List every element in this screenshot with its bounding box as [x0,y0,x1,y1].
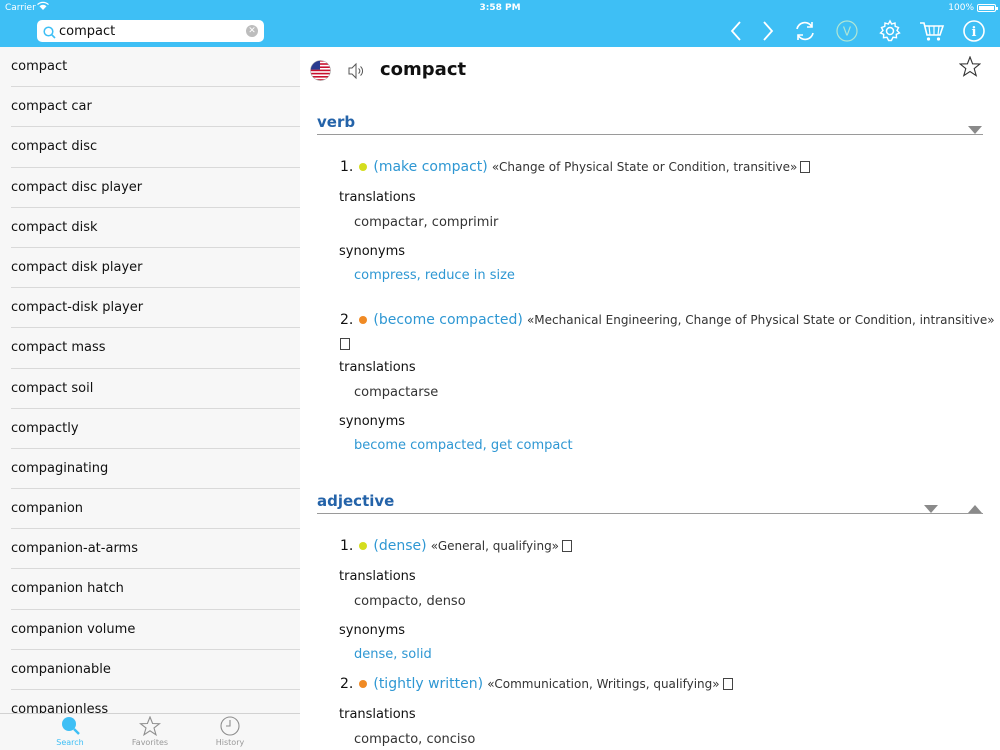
sense-gloss[interactable]: (dense) [373,538,426,554]
list-item[interactable]: compact soil [0,369,300,409]
translations-label: translations [339,707,416,722]
list-item[interactable]: companionable [0,650,300,691]
v-label: V [843,25,852,39]
category-dot [359,680,368,688]
cart-icon[interactable] [918,17,946,45]
search-icon [43,24,56,43]
synonyms-label: synonyms [339,414,406,429]
battery-icon [977,4,998,12]
search-input[interactable] [59,22,239,40]
category-dot [359,542,368,550]
list-item[interactable]: companion volume [0,610,300,651]
gear-icon[interactable] [876,17,904,45]
list-item[interactable]: compactly [0,409,300,450]
battery-percent: 100% [948,3,974,13]
sense-gloss[interactable]: (tightly written) [373,676,483,692]
list-item[interactable]: compaginating [0,449,300,490]
back-icon[interactable] [722,17,750,45]
sense: 2. (tightly written) «Communication, Writ… [340,676,733,692]
list-item[interactable]: companion-at-arms [0,529,300,570]
tab-favorites[interactable]: Favorites [120,716,180,747]
translations-value: compacto, denso [354,594,466,609]
category-dot [359,163,368,171]
status-time: 3:58 PM [479,3,521,13]
list-item[interactable]: compact mass [0,328,300,369]
sense-number: 2. [340,312,354,328]
sense-meta: «Mechanical Engineering, Change of Physi… [526,313,995,327]
headword: compact [380,59,467,80]
translations-value: compactar, comprimir [354,215,499,230]
translations-label: translations [339,569,416,584]
sense-number: 1. [340,538,354,554]
translations-label: translations [339,360,416,375]
sense: 1. (make compact) «Change of Physical Sta… [340,159,811,175]
clock-icon [220,716,240,736]
sense: 1. (dense) «General, qualifying» [340,538,573,554]
favorite-star-icon[interactable] [958,55,982,81]
sense-number: 1. [340,159,354,175]
clear-search-icon[interactable]: ✕ [246,25,258,37]
sense: 2. (become compacted) «Mechanical Enginee… [340,312,995,328]
info-label: i [972,25,977,40]
note-box-icon[interactable] [800,161,811,173]
pos-label: verb [317,113,356,131]
collapse-down-icon[interactable] [968,119,982,138]
list-item[interactable]: compact disk player [0,248,300,289]
synonyms-links[interactable]: dense, solid [354,647,432,662]
pos-label: adjective [317,492,395,510]
sync-icon[interactable] [791,17,819,45]
list-item[interactable]: compact disc player [0,168,300,208]
note-box-icon[interactable] [562,540,573,552]
translations-label: translations [339,190,416,205]
note-box-icon[interactable] [722,678,733,690]
tab-bar: Search Favorites History [0,713,300,750]
sense-number: 2. [340,676,354,692]
sense-meta: «Change of Physical State or Condition, … [491,160,798,174]
list-item[interactable]: companion hatch [0,569,300,610]
sense-gloss[interactable]: (make compact) [373,159,487,175]
list-item[interactable]: companion [0,489,300,530]
tab-history[interactable]: History [200,716,260,747]
entry-detail: compact verb 1. (make compact) «Change of… [300,47,1000,750]
tab-label: History [215,738,245,747]
collapse-up-icon[interactable] [968,498,982,517]
us-flag-icon[interactable] [310,60,331,85]
info-icon[interactable]: i [960,17,988,45]
forward-icon[interactable] [754,17,782,45]
synonyms-label: synonyms [339,623,406,638]
word-list[interactable]: compact compact car compact disc compact… [0,47,300,713]
list-item[interactable]: companionless [0,690,300,713]
star-icon [139,716,161,736]
translations-value: compactarse [354,385,439,400]
list-item[interactable]: compact-disk player [0,288,300,329]
speaker-icon[interactable] [347,62,365,84]
sense-meta: «General, qualifying» [430,539,560,553]
tab-search[interactable]: Search [40,716,100,747]
search-box[interactable]: ✕ [37,20,264,42]
list-item[interactable]: compact disk [0,208,300,249]
tab-label: Search [56,738,84,747]
pos-header-verb[interactable]: verb [317,113,983,135]
translations-value: compacto, conciso [354,732,476,747]
top-bar: Carrier 3:58 PM 100% ✕ V i [0,0,1000,47]
sense-meta: «Communication, Writings, qualifying» [487,677,720,691]
sense-gloss[interactable]: (become compacted) [373,312,522,328]
synonyms-links[interactable]: become compacted, get compact [354,438,573,453]
tab-label: Favorites [131,738,169,747]
list-item[interactable]: compact [0,47,300,88]
v-icon[interactable]: V [833,17,861,45]
status-bar: Carrier 3:58 PM 100% [0,0,1000,16]
search-icon [62,717,80,735]
collapse-down-icon[interactable] [924,498,938,517]
category-dot [359,316,368,324]
list-item[interactable]: compact car [0,87,300,128]
note-box-icon[interactable] [340,338,350,350]
synonyms-label: synonyms [339,244,406,259]
synonyms-links[interactable]: compress, reduce in size [354,268,515,283]
pos-header-adjective[interactable]: adjective [317,492,983,514]
list-item[interactable]: compact disc [0,127,300,168]
